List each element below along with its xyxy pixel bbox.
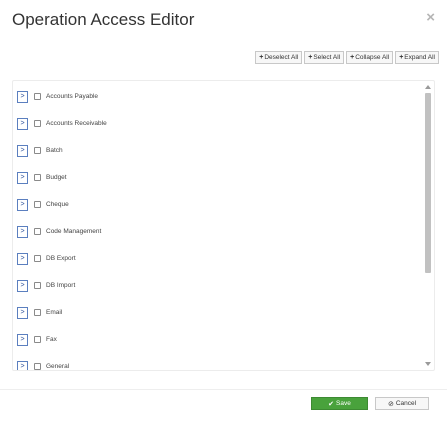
expand-row-button[interactable]: > [17,252,28,265]
plus-icon: + [308,54,313,61]
tree-row: > DB Import [17,272,420,299]
row-label: Email [46,309,63,316]
chevron-right-icon: > [20,309,25,316]
chevron-right-icon: > [20,201,25,208]
row-checkbox[interactable] [34,201,41,208]
scrollbar-thumb[interactable] [425,93,431,273]
chevron-right-icon: > [20,174,25,181]
chevron-right-icon: > [20,336,25,343]
tree-row: > Fax [17,326,420,353]
row-label: Accounts Payable [46,93,99,100]
chevron-right-icon: > [20,228,25,235]
row-label: Cheque [46,201,69,208]
scroll-up-icon[interactable] [425,85,431,89]
scroll-down-icon[interactable] [425,362,431,366]
chevron-right-icon: > [20,255,25,262]
expand-row-button[interactable]: > [17,117,28,130]
row-checkbox[interactable] [34,336,41,343]
tree-row: > Email [17,299,420,326]
dialog-title: Operation Access Editor [12,10,195,29]
row-label: Batch [46,147,63,154]
chevron-right-icon: > [20,282,25,289]
collapse-all-label: Collapse All [355,54,390,61]
expand-row-button[interactable]: > [17,144,28,157]
expand-row-button[interactable]: > [17,171,28,184]
expand-row-button[interactable]: > [17,90,28,103]
row-label: Code Management [46,228,102,235]
row-checkbox[interactable] [34,174,41,181]
save-button[interactable]: ✔ Save [311,397,368,410]
tree-row: > Accounts Payable [17,83,420,110]
close-icon[interactable]: × [426,9,435,26]
tree-row: > Budget [17,164,420,191]
cancel-button[interactable]: ⊘ Cancel [375,397,429,410]
row-checkbox[interactable] [34,93,41,100]
expand-row-button[interactable]: > [17,360,28,370]
chevron-right-icon: > [20,363,25,370]
tree-row: > DB Export [17,245,420,272]
expand-row-button[interactable]: > [17,306,28,319]
row-label: Budget [46,174,67,181]
tree-list: > Accounts Payable > Accounts Receivable… [17,83,420,370]
row-label: DB Import [46,282,76,289]
chevron-right-icon: > [20,147,25,154]
tree-row: > General [17,353,420,370]
chevron-right-icon: > [20,93,25,100]
select-all-button[interactable]: + Select All [304,51,345,64]
row-checkbox[interactable] [34,228,41,235]
tree-row: > Code Management [17,218,420,245]
tree-row: > Accounts Receivable [17,110,420,137]
footer-divider [0,389,447,390]
row-checkbox[interactable] [34,282,41,289]
row-checkbox[interactable] [34,147,41,154]
chevron-right-icon: > [20,120,25,127]
expand-all-button[interactable]: + Expand All [395,51,439,64]
check-icon: ✔ [328,400,335,408]
save-label: Save [336,400,351,407]
expand-row-button[interactable]: > [17,225,28,238]
row-checkbox[interactable] [34,363,41,370]
cancel-icon: ⊘ [387,400,394,408]
vertical-scrollbar[interactable] [423,81,433,370]
row-label: DB Export [46,255,76,262]
tree-toolbar: + Deselect All + Select All + Collapse A… [255,51,439,64]
plus-icon: + [259,54,264,61]
row-checkbox[interactable] [34,309,41,316]
expand-row-button[interactable]: > [17,198,28,211]
tree-row: > Batch [17,137,420,164]
expand-row-button[interactable]: > [17,279,28,292]
row-label: Fax [46,336,57,343]
row-label: General [46,363,70,370]
row-checkbox[interactable] [34,120,41,127]
operation-tree: > Accounts Payable > Accounts Receivable… [12,80,435,371]
expand-all-label: Expand All [404,54,435,61]
tree-row: > Cheque [17,191,420,218]
cancel-label: Cancel [395,400,417,407]
select-all-label: Select All [313,54,341,61]
row-checkbox[interactable] [34,255,41,262]
row-label: Accounts Receivable [46,120,107,127]
deselect-all-button[interactable]: + Deselect All [255,51,303,64]
plus-icon: + [350,54,355,61]
collapse-all-button[interactable]: + Collapse All [346,51,394,64]
expand-row-button[interactable]: > [17,333,28,346]
deselect-all-label: Deselect All [264,54,299,61]
plus-icon: + [399,54,404,61]
